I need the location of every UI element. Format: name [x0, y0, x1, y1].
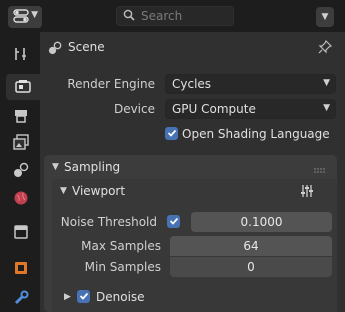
scene-icon — [13, 162, 29, 181]
context-title: Scene — [68, 40, 105, 54]
denoise-header[interactable]: ▶ Denoise — [52, 285, 337, 309]
noise-threshold-field[interactable]: 0.1000 — [191, 212, 332, 232]
tab-render[interactable] — [6, 74, 40, 100]
min-samples-label: Min Samples — [84, 260, 161, 274]
min-samples-field[interactable]: 0 — [170, 257, 332, 277]
osl-checkbox[interactable] — [165, 127, 178, 140]
modifier-icon — [13, 290, 29, 309]
tab-output[interactable] — [5, 104, 36, 130]
object-icon — [13, 260, 29, 279]
context-header: Scene — [40, 32, 345, 62]
view-layer-icon — [12, 133, 29, 153]
chevron-down-icon: ▼ — [60, 186, 67, 196]
chevron-down-icon: ▼ — [321, 12, 329, 22]
viewport-title: Viewport — [72, 184, 126, 198]
editor-type-button[interactable]: ▼ — [8, 6, 42, 28]
properties-tabs — [0, 32, 40, 312]
noise-threshold-label: Noise Threshold — [60, 215, 157, 229]
presets-icon[interactable] — [300, 184, 314, 201]
device-value: GPU Compute — [172, 102, 256, 116]
tab-modifier[interactable] — [5, 286, 36, 312]
device-dropdown[interactable]: GPU Compute ▼ — [165, 99, 336, 119]
tab-world[interactable] — [5, 186, 36, 212]
properties-panel: Scene Render Engine Cycles ▼ Device GPU … — [40, 32, 345, 312]
tab-scene[interactable] — [5, 158, 36, 184]
sampling-header[interactable]: ▼ Sampling — [44, 155, 337, 179]
search-placeholder: Search — [141, 9, 183, 23]
osl-label: Open Shading Language — [182, 127, 330, 141]
checkmark-icon — [169, 215, 179, 229]
tab-collection[interactable] — [5, 220, 36, 246]
editor-type-icon — [13, 8, 29, 26]
render-engine-value: Cycles — [172, 77, 212, 91]
drag-handle-icon[interactable] — [314, 163, 326, 177]
properties-header: ▼ Search ▼ — [0, 0, 345, 32]
noise-threshold-value: 0.1000 — [240, 215, 283, 229]
chevron-down-icon: ▼ — [31, 10, 38, 20]
chevron-down-icon: ▼ — [52, 162, 59, 172]
render-engine-label: Render Engine — [67, 77, 155, 91]
collection-icon — [13, 224, 29, 243]
viewport-subpanel: ▼ Viewport Noise Threshold 0.1000 Max Sa… — [52, 179, 337, 312]
chevron-down-icon: ▼ — [323, 103, 330, 113]
max-samples-value: 64 — [243, 239, 259, 253]
output-icon — [13, 108, 29, 127]
tab-tool[interactable] — [5, 42, 36, 68]
render-engine-dropdown[interactable]: Cycles ▼ — [165, 74, 336, 94]
pin-icon[interactable] — [318, 39, 333, 57]
render-icon — [15, 78, 31, 97]
noise-threshold-checkbox[interactable] — [167, 215, 180, 228]
denoise-label: Denoise — [96, 290, 145, 304]
chevron-down-icon: ▼ — [323, 78, 330, 88]
device-label: Device — [113, 102, 155, 116]
viewport-header[interactable]: ▼ Viewport — [52, 179, 337, 203]
tab-view-layer[interactable] — [5, 130, 36, 156]
max-samples-field[interactable]: 64 — [170, 236, 332, 256]
sampling-title: Sampling — [64, 160, 121, 174]
checkmark-icon — [79, 290, 89, 304]
options-dropdown-button[interactable]: ▼ — [316, 7, 334, 27]
sampling-panel: ▼ Sampling ▼ Viewport Noise Threshold 0.… — [44, 155, 337, 312]
world-icon — [13, 190, 29, 209]
search-input[interactable]: Search — [116, 6, 234, 26]
search-icon — [123, 9, 135, 24]
denoise-checkbox[interactable] — [77, 290, 90, 303]
tab-object[interactable] — [5, 256, 36, 282]
scene-icon — [48, 41, 62, 58]
min-samples-value: 0 — [247, 260, 255, 274]
checkmark-icon — [167, 127, 177, 141]
chevron-right-icon: ▶ — [64, 292, 71, 302]
tool-icon — [13, 46, 29, 65]
max-samples-label: Max Samples — [81, 239, 161, 253]
